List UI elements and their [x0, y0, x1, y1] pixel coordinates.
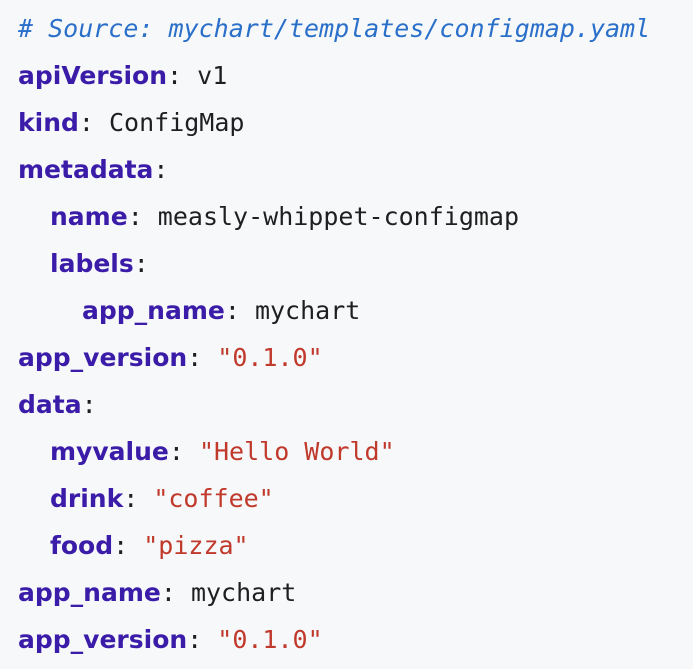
yaml-string-value: "pizza": [143, 531, 249, 560]
yaml-key: app_version: [18, 343, 188, 372]
code-line: kind: ConfigMap: [18, 104, 693, 151]
code-line: labels:: [18, 245, 693, 292]
yaml-key: labels: [50, 249, 134, 278]
yaml-key: data: [18, 390, 82, 419]
yaml-string-value: "Hello World": [198, 437, 395, 466]
code-line: app_name: mychart: [18, 292, 693, 339]
yaml-key: drink: [50, 484, 124, 513]
yaml-key: name: [50, 202, 128, 231]
yaml-separator: :: [224, 296, 255, 325]
source-comment: # Source: mychart/templates/configmap.ya…: [18, 14, 651, 43]
yaml-separator: :: [168, 437, 199, 466]
code-line: drink: "coffee": [18, 480, 693, 527]
yaml-code-block: # Source: mychart/templates/configmap.ya…: [0, 0, 693, 669]
yaml-separator: :: [160, 578, 191, 607]
yaml-separator: :: [78, 108, 109, 137]
yaml-value: measly-whippet-configmap: [157, 202, 520, 231]
yaml-value: v1: [197, 61, 228, 90]
yaml-string-value: "coffee": [153, 484, 274, 513]
yaml-separator: :: [167, 61, 198, 90]
yaml-key: app_name: [18, 578, 161, 607]
yaml-value: mychart: [254, 296, 361, 325]
code-line: app_name: mychart: [18, 574, 693, 621]
yaml-separator: :: [153, 155, 169, 184]
code-line-comment: # Source: mychart/templates/configmap.ya…: [18, 10, 693, 57]
yaml-separator: :: [187, 343, 218, 372]
yaml-key: app_version: [18, 625, 188, 654]
yaml-separator: :: [81, 390, 97, 419]
yaml-key: kind: [18, 108, 79, 137]
code-line: data:: [18, 386, 693, 433]
code-line: app_version: "0.1.0": [18, 621, 693, 668]
yaml-value: ConfigMap: [109, 108, 245, 137]
yaml-separator: :: [123, 484, 154, 513]
yaml-separator: :: [113, 531, 144, 560]
code-line: metadata:: [18, 151, 693, 198]
yaml-string-value: "0.1.0": [217, 343, 323, 372]
yaml-value: mychart: [190, 578, 297, 607]
code-line: name: measly-whippet-configmap: [18, 198, 693, 245]
yaml-separator: :: [187, 625, 218, 654]
code-line: app_version: "0.1.0": [18, 339, 693, 386]
yaml-key: food: [50, 531, 114, 560]
yaml-separator: :: [127, 202, 158, 231]
yaml-key: metadata: [18, 155, 154, 184]
yaml-key: apiVersion: [18, 61, 168, 90]
yaml-key: app_name: [82, 296, 225, 325]
code-line: apiVersion: v1: [18, 57, 693, 104]
yaml-key: myvalue: [50, 437, 169, 466]
code-line: myvalue: "Hello World": [18, 433, 693, 480]
yaml-separator: :: [133, 249, 149, 278]
yaml-string-value: "0.1.0": [217, 625, 323, 654]
code-line: food: "pizza": [18, 527, 693, 574]
